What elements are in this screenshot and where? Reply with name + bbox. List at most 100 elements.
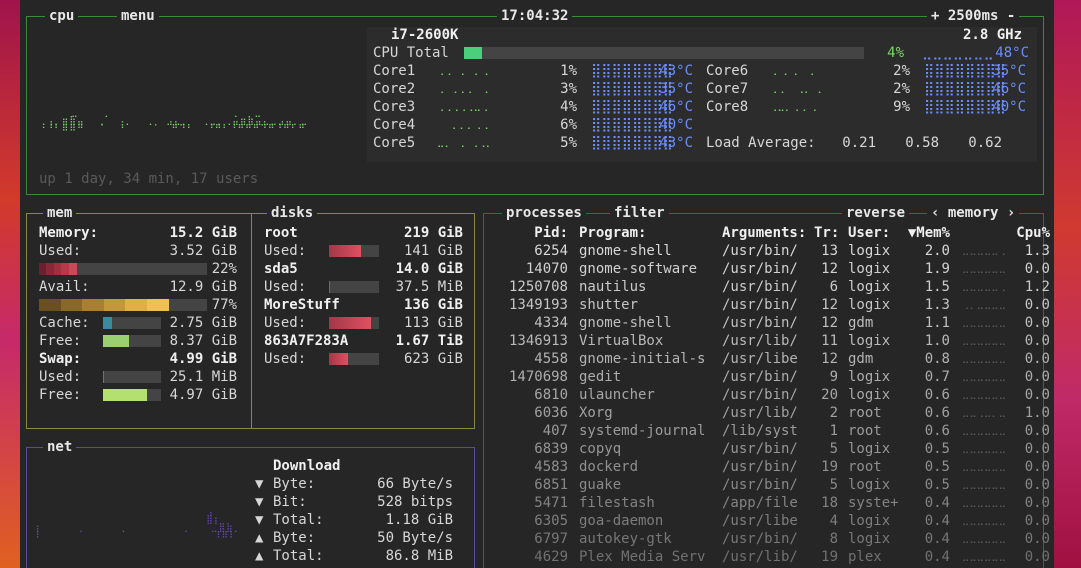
net-title[interactable]: net bbox=[43, 438, 77, 456]
process-mem: 1.0 bbox=[924, 333, 950, 349]
process-row[interactable]: 14070 gnome-software/usr/bin/12 logix 1.9 0.… bbox=[484, 260, 1050, 278]
process-args: /usr/bin/ bbox=[722, 531, 798, 547]
cpu-core-label: Core7 bbox=[706, 81, 749, 97]
mem-row-value: 25.1 MiB bbox=[169, 369, 237, 385]
mem-disks-divider bbox=[251, 214, 252, 428]
clock: 17:04:32 bbox=[497, 7, 573, 25]
process-tr: 13 bbox=[821, 243, 838, 259]
process-row[interactable]: 4558 gnome-initial-s/usr/libe 12 gdm 0.8 0.0 ⣀… bbox=[484, 350, 1050, 368]
filter-button[interactable]: filter bbox=[610, 204, 669, 222]
cpu-title[interactable]: cpu bbox=[45, 7, 79, 25]
cpu-core-graph: ⢀⣀⡀⢀⢀ ⡀ bbox=[770, 101, 820, 112]
process-row[interactable]: 1349193 shutter/usr/bin/12 logix 1.3 0.0 ⢀⡀⣀⣀… bbox=[484, 296, 1050, 314]
net-direction-icon: ▲ bbox=[255, 548, 264, 564]
mem-row-label: Memory: bbox=[39, 225, 99, 241]
process-pid: 6810 bbox=[534, 387, 568, 403]
disk-usage-bar-fill bbox=[329, 281, 330, 293]
mem-row-label: Avail: bbox=[39, 279, 90, 295]
cpu-core-label: Core4 bbox=[373, 117, 416, 133]
processes-title[interactable]: processes bbox=[502, 204, 586, 222]
reverse-button[interactable]: reverse bbox=[842, 204, 910, 222]
cpu-core-graph: ⢀⢀⢀⢀⢀⣀⢀ bbox=[437, 101, 489, 112]
process-mem: 0.6 bbox=[924, 387, 950, 403]
process-pid: 1470698 bbox=[508, 369, 568, 385]
process-mem: 0.6 bbox=[924, 423, 950, 439]
process-args: /usr/bin/ bbox=[722, 459, 798, 475]
process-row[interactable]: 1470698 gedit/usr/bin/9 logix 0.7 0.0 ⣀⣀⣀⣀⣀⣀ bbox=[484, 368, 1050, 386]
cpu-core-temp: 46°C bbox=[992, 81, 1026, 97]
process-cpu-graph: ⣀⣀⢀⣀⡀⣀ bbox=[962, 407, 1006, 418]
process-pid: 14070 bbox=[525, 261, 568, 277]
process-program: ulauncher bbox=[579, 387, 655, 403]
header-tr[interactable]: Tr: bbox=[814, 224, 839, 242]
disk-row-label: Used: bbox=[264, 279, 307, 295]
mem-row-label: Swap: bbox=[39, 351, 82, 367]
sort-selector[interactable]: ‹ memory › bbox=[927, 204, 1020, 222]
process-row[interactable]: 5471 filestash/app/file 18 syste+ 0.4 0.0 ⣀⣀⣀⣀… bbox=[484, 494, 1050, 512]
process-cpu-graph: ⣀⣀⣀⣀⣀⣀ bbox=[962, 479, 1006, 490]
update-interval[interactable]: + 2500ms - bbox=[927, 7, 1020, 25]
process-row[interactable]: 6851 guake/usr/bin/5 logix 0.5 0.0 ⣀⣀⣀⣀⣀⣀ bbox=[484, 476, 1050, 494]
process-cpu-graph: ⣀⣀⣀⣀⣀⣀ bbox=[962, 515, 1006, 526]
process-cpu-graph: ⣀⣀⣀⣀⣀⢀ bbox=[962, 281, 1006, 292]
process-row[interactable]: 6305 goa-daemon/usr/libe 4 logix 0.4 0.0 ⣀⣀⣀⣀⣀… bbox=[484, 512, 1050, 530]
process-row[interactable]: 4583 dockerd/usr/bin/19 root 0.5 0.0 ⣀⣀⣀⣀⣀⣀ bbox=[484, 458, 1050, 476]
disk-usage-bar-fill bbox=[329, 353, 348, 365]
process-pid: 5471 bbox=[534, 495, 568, 511]
process-row[interactable]: 1250708 nautilus/usr/bin/6 logix 1.5 1.2 ⣀⣀⣀⣀… bbox=[484, 278, 1050, 296]
proc-panel: processes filter reverse ‹ memory › Pid:… bbox=[483, 204, 1050, 568]
process-args: /usr/lib/ bbox=[722, 333, 798, 349]
process-pid: 6305 bbox=[534, 513, 568, 529]
process-cpu-graph: ⢀⡀⣀⣀⣀⣀ bbox=[962, 299, 1006, 310]
process-mem: 0.4 bbox=[924, 531, 950, 547]
process-row[interactable]: 6839 copyq/usr/bin/5 logix 0.5 0.0 ⣀⣀⣀⣀⣀⣀ bbox=[484, 440, 1050, 458]
disk-row-value: 14.0 GiB bbox=[395, 261, 463, 277]
header-args[interactable]: Arguments: bbox=[722, 224, 814, 242]
process-row[interactable]: 4334 gnome-shell/usr/bin/12 gdm 1.1 0.0 ⣀⣀⣀⣀⣀… bbox=[484, 314, 1050, 332]
process-cpu-graph: ⣀⣀⣀⣀⣀⣀ bbox=[962, 461, 1006, 472]
process-pid: 4629 bbox=[534, 549, 568, 565]
cpu-total-temp: 48°C bbox=[995, 45, 1029, 61]
process-pid: 407 bbox=[542, 423, 568, 439]
mem-usage-bar-segment bbox=[68, 263, 77, 275]
process-row[interactable]: 6254 gnome-shell/usr/bin/13 logix 2.0 1.3 ⣀⣀⣀… bbox=[484, 242, 1050, 260]
process-args: /usr/lib/ bbox=[722, 549, 798, 565]
disk-row-label: Used: bbox=[264, 315, 307, 331]
desktop-wallpaper-right bbox=[1054, 0, 1081, 568]
process-row[interactable]: 6036 Xorg/usr/lib/2 root 0.6 1.0 ⣀⣀⢀⣀⡀⣀ bbox=[484, 404, 1050, 422]
process-cpu-graph: ⣀⣀⣀⣀⣀⣀ bbox=[962, 353, 1006, 364]
process-mem: 1.5 bbox=[924, 279, 950, 295]
process-program: VirtualBox bbox=[579, 333, 664, 349]
process-tr: 12 bbox=[821, 315, 838, 331]
disk-usage-bar bbox=[329, 245, 379, 257]
process-program: guake bbox=[579, 477, 622, 493]
process-args: /usr/bin/ bbox=[722, 369, 798, 385]
menu-button[interactable]: menu bbox=[117, 7, 159, 25]
process-cpu-graph: ⣀⣀⣀⣀⣀⢀ bbox=[962, 245, 1006, 256]
process-pid: 4334 bbox=[534, 315, 568, 331]
header-cpu[interactable]: Cpu% bbox=[996, 224, 1050, 242]
process-row[interactable]: 6797 autokey-gtk/usr/bin/8 logix 0.4 0.0 ⣀⣀⣀⣀… bbox=[484, 530, 1050, 548]
process-row[interactable]: 4629 Plex Media Serv/usr/lib/19 plex 0.4 0.0… bbox=[484, 548, 1050, 566]
mem-row-label: Free: bbox=[39, 333, 82, 349]
process-row[interactable]: 407 systemd-journal/lib/syst 1 root 0.6 0.0 ⣀⣀… bbox=[484, 422, 1050, 440]
mem-row-value: 3.52 GiB bbox=[169, 243, 237, 259]
header-program[interactable]: Program: bbox=[579, 224, 717, 242]
process-row[interactable]: 1346913 VirtualBox/usr/lib/11 logix 1.0 0.0 ⣀… bbox=[484, 332, 1050, 350]
process-mem: 0.5 bbox=[924, 441, 950, 457]
header-pid[interactable]: Pid: bbox=[484, 224, 568, 242]
disk-row-label: 863A7F283A bbox=[264, 333, 349, 349]
disks-title[interactable]: disks bbox=[267, 204, 318, 222]
mem-usage-bar-segment bbox=[39, 299, 62, 311]
process-args: /usr/libe bbox=[722, 351, 798, 367]
disk-row-value: 37.5 MiB bbox=[395, 279, 463, 295]
cpu-core-percent: 1% bbox=[560, 63, 577, 79]
load-average-value: 0.58 bbox=[905, 135, 939, 151]
net-direction-icon: ▼ bbox=[255, 476, 264, 492]
process-program: dockerd bbox=[579, 459, 639, 475]
process-args: /usr/bin/ bbox=[722, 441, 798, 457]
process-row[interactable]: 6810 ulauncher/usr/bin/20 logix 0.6 0.0 ⣀⣀⣀⣀⣀… bbox=[484, 386, 1050, 404]
process-tr: 2 bbox=[829, 405, 838, 421]
header-mem[interactable]: ▼Mem% bbox=[898, 224, 950, 242]
mem-title[interactable]: mem bbox=[43, 204, 77, 222]
